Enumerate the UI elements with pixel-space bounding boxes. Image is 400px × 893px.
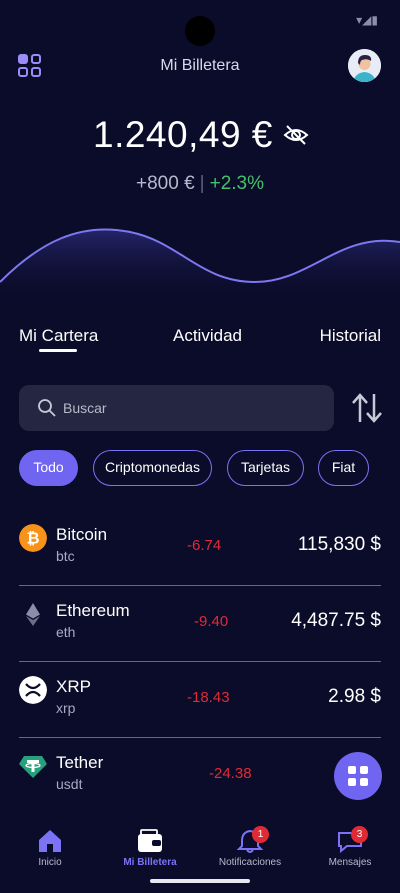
asset-name: Ethereum — [56, 601, 130, 620]
filter-chips: Todo Criptomonedas Tarjetas Fiat — [19, 450, 400, 488]
camera-cutout — [185, 16, 215, 46]
asset-row-bitcoin[interactable]: ₿ Bitcoin btc -6.74 115,830 $ — [19, 510, 381, 586]
svg-text:₿: ₿ — [26, 530, 39, 548]
asset-row-ethereum[interactable]: Ethereum eth -9.40 4,487.75 $ — [19, 586, 381, 662]
avatar[interactable] — [348, 49, 381, 82]
nav-label: Mi Billetera — [123, 857, 177, 868]
filter-todo[interactable]: Todo — [19, 450, 78, 486]
quick-actions-button[interactable] — [334, 752, 382, 800]
balance-change: +800 € | +2.3% — [0, 173, 400, 195]
balance-amount: 1.240,49 € — [93, 114, 273, 155]
bitcoin-icon: ₿ — [19, 524, 47, 552]
asset-value: 2.98 $ — [328, 686, 381, 707]
wallet-icon — [138, 829, 162, 852]
tab-historial[interactable]: Historial — [320, 326, 381, 346]
tab-actividad[interactable]: Actividad — [173, 326, 242, 346]
status-icons: ▾◢▮ — [356, 13, 378, 27]
nav-mi-billetera[interactable]: Mi Billetera — [100, 829, 200, 868]
asset-change: -24.38 — [209, 765, 252, 782]
hide-balance-icon[interactable] — [283, 124, 309, 146]
asset-change: -6.74 — [187, 537, 222, 554]
filter-criptomonedas[interactable]: Criptomonedas — [93, 450, 212, 486]
asset-name: Bitcoin — [56, 525, 108, 544]
search-input[interactable]: Buscar — [19, 385, 334, 431]
asset-value: 4,487.75 $ — [291, 610, 381, 631]
balance-trend-wave — [0, 228, 400, 302]
grid-icon — [348, 766, 356, 774]
asset-row-xrp[interactable]: XRP xrp -18.43 2.98 $ — [19, 662, 381, 738]
balance-change-amount: +800 € — [136, 173, 195, 194]
xrp-icon — [19, 676, 47, 704]
search-icon — [38, 399, 56, 417]
nav-inicio[interactable]: Inicio — [0, 829, 100, 868]
asset-row-tether[interactable]: Tether usdt -24.38 — [19, 738, 381, 813]
active-tab-indicator — [39, 349, 77, 352]
ethereum-icon — [26, 603, 40, 626]
asset-name: XRP — [56, 677, 91, 696]
balance-change-separator: | — [199, 173, 205, 194]
balance-change-percent: +2.3% — [209, 173, 264, 194]
asset-symbol: eth — [56, 624, 76, 640]
filter-tarjetas[interactable]: Tarjetas — [227, 450, 304, 486]
asset-change: -18.43 — [187, 689, 230, 706]
search-placeholder: Buscar — [63, 400, 107, 416]
nav-label: Notificaciones — [218, 857, 282, 868]
asset-value: 115,830 $ — [297, 534, 381, 555]
nav-notificaciones[interactable]: 1 Notificaciones — [200, 826, 300, 868]
filter-fiat[interactable]: Fiat — [318, 450, 369, 486]
sort-icon[interactable] — [350, 392, 384, 424]
asset-symbol: usdt — [56, 776, 83, 792]
app-screen: ▾◢▮ Mi Billetera 1.240,49 € +800 € | +2.3% — [0, 0, 400, 893]
notification-badge: 1 — [252, 826, 269, 843]
tab-mi-cartera[interactable]: Mi Cartera — [19, 326, 98, 346]
messages-badge: 3 — [351, 826, 368, 843]
nav-mensajes[interactable]: 3 Mensajes — [300, 826, 400, 868]
nav-label: Inicio — [38, 857, 62, 868]
asset-list: ₿ Bitcoin btc -6.74 115,830 $ Ethereum e… — [19, 510, 381, 813]
asset-symbol: btc — [56, 548, 75, 564]
asset-name: Tether — [56, 753, 104, 772]
page-title: Mi Billetera — [160, 57, 240, 74]
asset-symbol: xrp — [56, 700, 76, 716]
asset-change: -9.40 — [194, 613, 229, 630]
nav-label: Mensajes — [328, 857, 372, 868]
portfolio-tabs: Mi Cartera Actividad Historial — [19, 326, 381, 356]
home-indicator — [150, 879, 250, 883]
home-icon — [39, 830, 61, 852]
tether-icon — [19, 756, 47, 778]
